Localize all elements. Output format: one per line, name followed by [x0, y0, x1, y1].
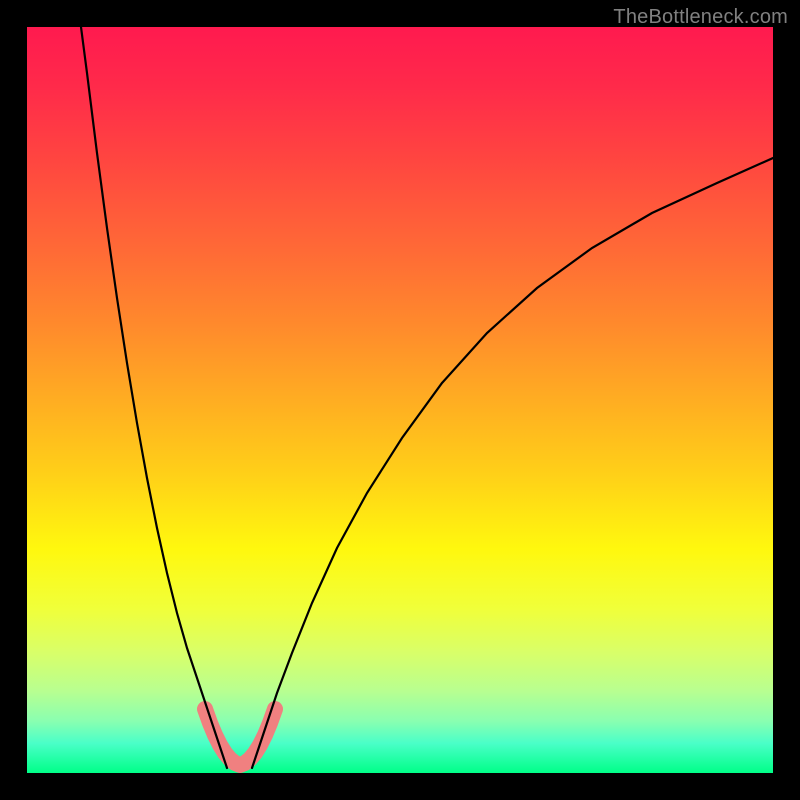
curves-svg [27, 27, 773, 773]
chart-container: TheBottleneck.com [0, 0, 800, 800]
watermark-label: TheBottleneck.com [613, 6, 788, 29]
plot-area [27, 27, 773, 773]
optimum-highlight-curve [205, 709, 275, 765]
left-branch-curve [81, 27, 227, 768]
right-branch-curve [252, 158, 773, 768]
